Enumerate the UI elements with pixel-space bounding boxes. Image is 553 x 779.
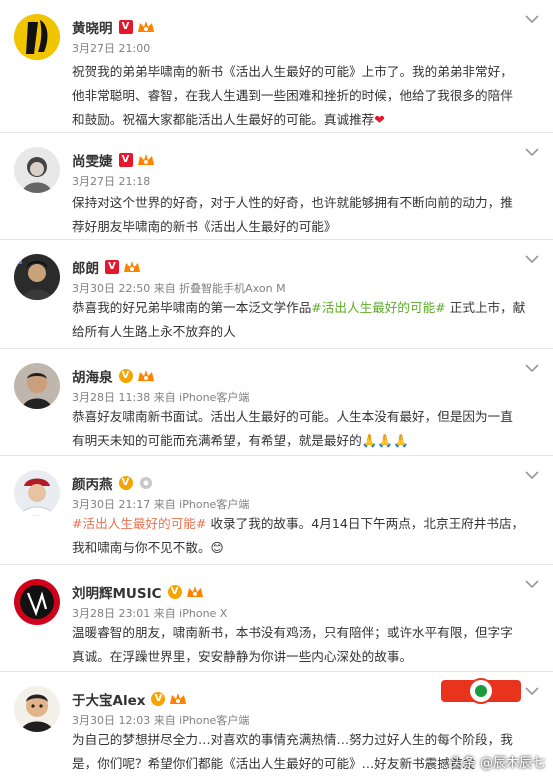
user-name[interactable]: 于大宝Alex: [72, 689, 145, 709]
avatar[interactable]: [14, 147, 60, 193]
chevron-down-icon[interactable]: [525, 363, 539, 373]
topic-hashtag-link[interactable]: #活出人生最好的可能#: [311, 300, 445, 315]
topic-hashtag-link[interactable]: #活出人生最好的可能#: [72, 516, 206, 531]
verified-badge: V: [118, 476, 133, 490]
post-text-line: 保持对这个世界的好奇，对于人性的好奇，也许就能够拥有不断向前的动力，推: [72, 195, 513, 210]
user-name[interactable]: 郎朗: [72, 257, 99, 277]
member-grey-icon: [139, 477, 152, 489]
post-text-line: #活出人生最好的可能# 收录了我的故事。4月14日下午两点，北京王府井书店，: [72, 512, 542, 536]
post-meta: 3月27日 21:00: [72, 42, 151, 55]
post-meta: 3月30日 12:03 来自 iPhone客户端: [72, 714, 250, 727]
verified-badge: V: [118, 369, 133, 383]
post-text-span: 收录了我的故事。4月14日下午两点，北京王府井书店，: [206, 516, 525, 531]
chevron-down-icon[interactable]: [525, 147, 539, 157]
avatar[interactable]: [14, 470, 60, 516]
chevron-down-icon[interactable]: [525, 254, 539, 264]
verified-badge: V: [118, 20, 133, 34]
verified-badge: V: [105, 260, 119, 274]
post-text-span: 恭喜我的好兄弟毕啸南的第一本泛文学作品: [72, 300, 312, 315]
post-text-span: 和鼓励。祝福大家都能活出人生最好的可能。真诚推荐: [72, 112, 375, 127]
post-text-line: 给所有人生路上永不放弃的人: [72, 324, 236, 339]
post-meta: 3月30日 22:50 来自 折叠智能手机Axon M: [72, 282, 286, 295]
post-text-line: 为自己的梦想拼尽全力…对喜欢的事情充满热情…努力过好人生的每个阶段，我: [72, 732, 513, 747]
vip-crown-icon: [137, 154, 154, 165]
post-text-line: 真诚。在浮躁世界里，安安静静为你讲一些内心深处的故事。: [72, 649, 413, 664]
post-card: 黄晓明 V 3月27日 21:00 祝贺我的弟弟毕啸南的新书《活出人生最好的可能…: [0, 0, 553, 133]
verified-badge: V: [167, 585, 182, 599]
post-text-line: 荐好朋友毕啸南的新书《活出人生最好的可能》: [72, 219, 337, 234]
heart-icon: ❤: [374, 112, 385, 127]
watermark: 头条 @辰木辰七: [449, 756, 545, 771]
vip-crown-icon: [137, 370, 154, 381]
verified-badge: V: [118, 153, 133, 167]
avatar[interactable]: [14, 686, 60, 732]
vip-crown-icon: [124, 261, 140, 272]
post-text-line: 他非常聪明、睿智，在我人生遇到一些困难和挫折的时候，他给了我很多的陪伴: [72, 88, 513, 103]
vip-crown-icon: [137, 21, 154, 32]
post-card: 颜丙燕 V 3月30日 21:17 来自 iPhone客户端 #活出人生最好的可…: [0, 456, 553, 565]
chevron-down-icon[interactable]: [525, 470, 539, 480]
post-text-line: 有明天未知的可能而充满希望，有希望，就是最好的🙏🙏🙏: [72, 433, 409, 448]
post-text: #活出人生最好的可能# 收录了我的故事。4月14日下午两点，北京王府井书店， 我…: [72, 512, 542, 560]
post-text: 温暖睿智的朋友，啸南新书，本书没有鸡汤，只有陪伴；或许水平有限，但字字 真诚。在…: [72, 621, 542, 669]
avatar[interactable]: [14, 14, 60, 60]
vip-crown-icon: [186, 586, 203, 597]
chevron-down-icon[interactable]: [525, 579, 539, 589]
post-text: 恭喜好友啸南新书面试。活出人生最好的可能。人生本没有最好，但是因为一直 有明天未…: [72, 405, 542, 453]
avatar[interactable]: [14, 254, 60, 300]
post-text-line: 温暖睿智的朋友，啸南新书，本书没有鸡汤，只有陪伴；或许水平有限，但字字: [72, 625, 513, 640]
user-name[interactable]: 胡海泉: [72, 366, 113, 386]
post-meta: 3月28日 11:38 来自 iPhone客户端: [72, 391, 250, 404]
chevron-down-icon[interactable]: [525, 14, 539, 24]
post-text-line: 我和啸南与你不见不散。😊: [72, 540, 224, 555]
football-fan-sticker: [441, 678, 521, 704]
post-card: 郎朗 V 3月30日 22:50 来自 折叠智能手机Axon M 恭喜我的好兄弟…: [0, 240, 553, 349]
post-text-line: 祝贺我的弟弟毕啸南的新书《活出人生最好的可能》上市了。我的弟弟非常好，: [72, 64, 513, 79]
user-name[interactable]: 尚雯婕: [72, 150, 113, 170]
user-name[interactable]: 黄晓明: [72, 17, 113, 37]
post-text-line: 恭喜我的好兄弟毕啸南的第一本泛文学作品#活出人生最好的可能# 正式上市，献: [72, 296, 542, 320]
vip-crown-icon: [170, 693, 187, 704]
post-card: 胡海泉 V 3月28日 11:38 来自 iPhone客户端 恭喜好友啸南新书面…: [0, 349, 553, 456]
post-meta: 3月30日 21:17 来自 iPhone客户端: [72, 498, 250, 511]
post-meta: 3月28日 23:01 来自 iPhone X: [72, 607, 228, 620]
post-text: 保持对这个世界的好奇，对于人性的好奇，也许就能够拥有不断向前的动力，推 荐好朋友…: [72, 191, 542, 239]
post-text: 恭喜我的好兄弟毕啸南的第一本泛文学作品#活出人生最好的可能# 正式上市，献 给所…: [72, 296, 542, 344]
user-name[interactable]: 刘明辉MUSIC: [72, 582, 162, 602]
post-text-span: 正式上市，献: [445, 300, 526, 315]
post-text-line: 恭喜好友啸南新书面试。活出人生最好的可能。人生本没有最好，但是因为一直: [72, 409, 513, 424]
chevron-down-icon[interactable]: [525, 686, 539, 696]
post-text-line: 和鼓励。祝福大家都能活出人生最好的可能。真诚推荐❤: [72, 108, 542, 132]
verified-badge: V: [151, 692, 166, 706]
post-meta: 3月27日 21:18: [72, 175, 151, 188]
post-text: 祝贺我的弟弟毕啸南的新书《活出人生最好的可能》上市了。我的弟弟非常好， 他非常聪…: [72, 60, 542, 132]
post-card: 刘明辉MUSIC V 3月28日 23:01 来自 iPhone X 温暖睿智的…: [0, 565, 553, 672]
post-card: 尚雯婕 V 3月27日 21:18 保持对这个世界的好奇，对于人性的好奇，也许就…: [0, 133, 553, 240]
user-name[interactable]: 颜丙燕: [72, 473, 113, 493]
avatar[interactable]: [14, 363, 60, 409]
avatar[interactable]: [14, 579, 60, 625]
